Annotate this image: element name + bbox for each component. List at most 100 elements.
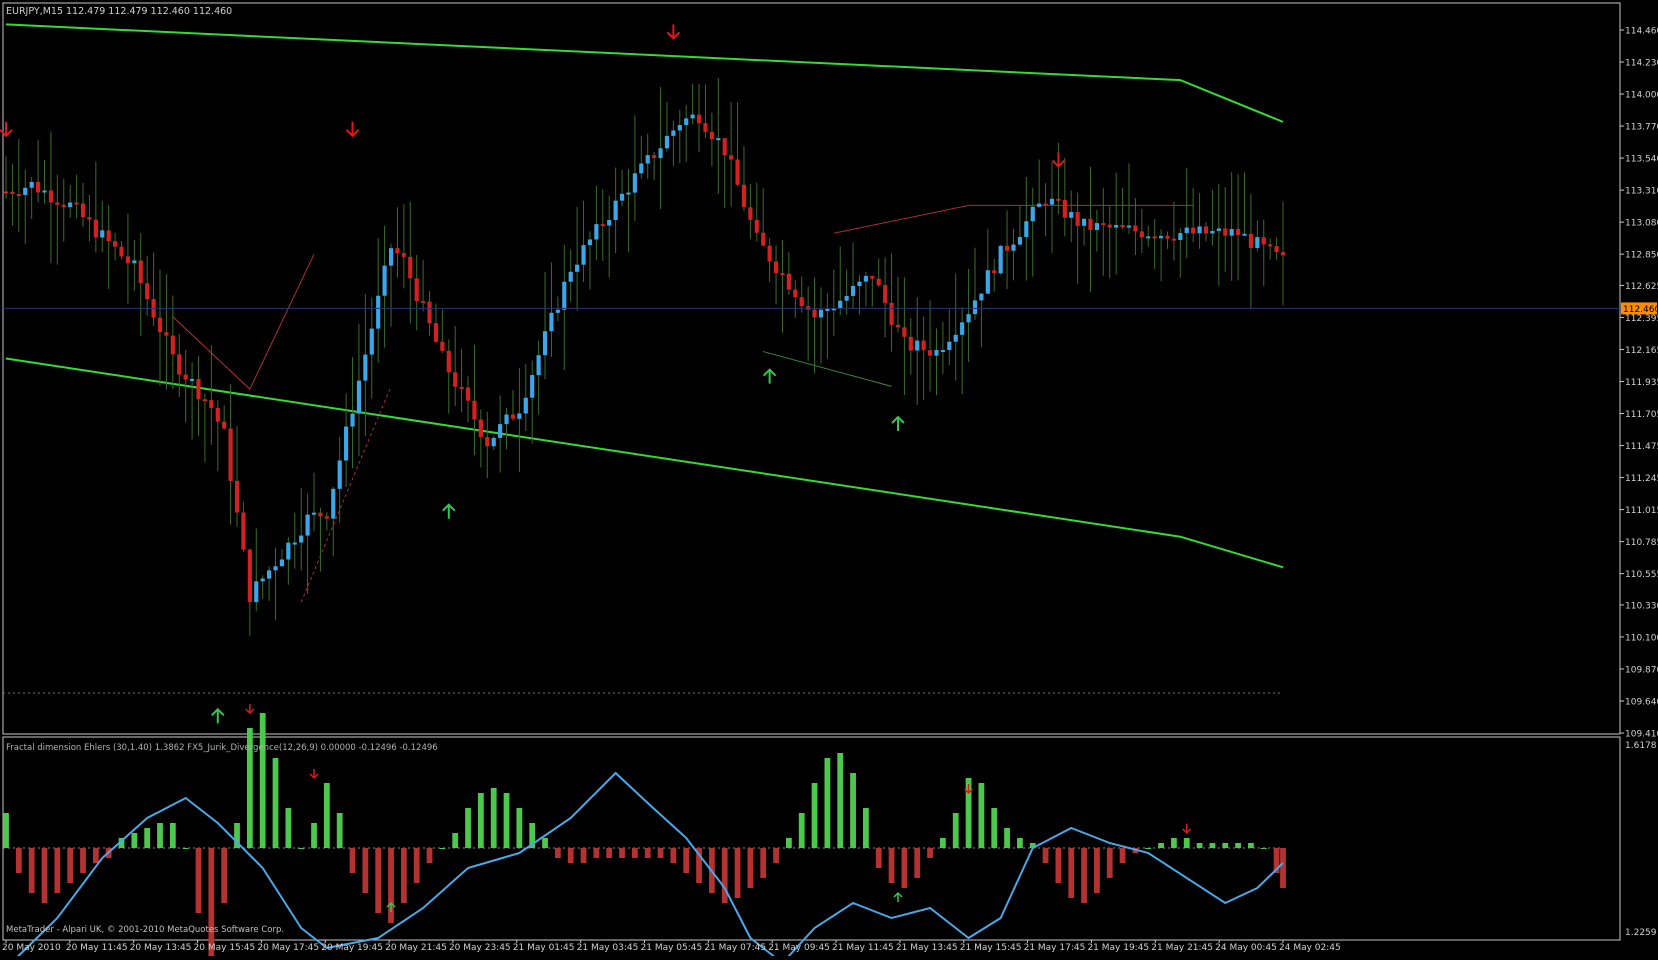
- candle-body: [812, 309, 817, 318]
- candle-body: [1094, 223, 1099, 230]
- histogram-bar: [798, 813, 805, 848]
- candle-body: [177, 354, 182, 375]
- histogram-bar: [490, 788, 497, 848]
- candle-body: [260, 578, 265, 582]
- histogram-bar: [606, 848, 613, 858]
- candle-body: [440, 341, 445, 351]
- histogram-bar: [221, 848, 228, 903]
- candle-body: [1017, 237, 1022, 245]
- candle-body: [1158, 235, 1164, 239]
- candle-body: [125, 256, 131, 264]
- histogram-bar: [901, 848, 908, 888]
- price-tick-label: 111.245: [1625, 474, 1658, 484]
- time-tick-label: 21 May 11:45: [832, 943, 894, 953]
- candle-body: [998, 245, 1003, 274]
- candle-body: [305, 514, 310, 536]
- time-tick-label: 21 May 07:45: [704, 943, 766, 953]
- candle-body: [61, 204, 66, 208]
- histogram-bar: [54, 848, 61, 893]
- histogram-bar: [144, 828, 151, 848]
- candle-body: [202, 399, 208, 402]
- candle-body: [581, 245, 586, 265]
- histogram-bar: [92, 848, 99, 863]
- candle-body: [138, 260, 143, 284]
- candle-body: [850, 285, 856, 296]
- histogram-bar: [670, 848, 677, 863]
- candle-body: [395, 248, 400, 254]
- candle-body: [222, 421, 227, 429]
- histogram-bar: [157, 823, 163, 848]
- candle-body: [575, 264, 580, 272]
- histogram-bar: [1068, 848, 1075, 898]
- candle-body: [1203, 226, 1209, 234]
- histogram-bar: [323, 783, 330, 848]
- histogram-bar: [503, 793, 510, 848]
- candle-body: [1030, 206, 1035, 222]
- histogram-bar: [1248, 843, 1254, 848]
- histogram-bar: [824, 758, 831, 848]
- histogram-bar: [542, 838, 548, 848]
- candle-body: [510, 414, 516, 419]
- price-tick-label: 111.705: [1625, 410, 1658, 420]
- histogram-bar: [593, 848, 600, 858]
- candle-body: [472, 400, 477, 420]
- candle-body: [1197, 226, 1202, 234]
- histogram-bar: [41, 848, 48, 903]
- price-tick-label: 110.100: [1625, 633, 1658, 643]
- histogram-bar: [952, 813, 959, 848]
- histogram-bar: [298, 848, 305, 849]
- histogram-bar: [619, 848, 625, 858]
- candle-body: [619, 193, 625, 201]
- candle-body: [42, 190, 47, 193]
- time-tick-label: 24 May 02:45: [1279, 943, 1341, 953]
- candle-body: [664, 135, 670, 149]
- price-tick-label: 114.230: [1625, 59, 1658, 69]
- histogram-bar: [426, 848, 433, 863]
- time-tick-label: 20 May 2010: [2, 943, 61, 953]
- candle-body: [491, 437, 496, 447]
- candle-body: [433, 323, 439, 342]
- candle-body: [1235, 229, 1241, 235]
- price-tick-label: 113.770: [1625, 123, 1658, 133]
- price-tick-label: 109.640: [1625, 697, 1658, 707]
- histogram-bar: [1260, 848, 1267, 849]
- candle-body: [106, 230, 111, 242]
- candle-body: [863, 275, 868, 282]
- candle-body: [844, 295, 849, 301]
- candle-body: [741, 184, 747, 208]
- candle-body: [74, 202, 79, 205]
- candle-body: [1075, 212, 1080, 226]
- time-tick-label: 21 May 21:45: [1151, 943, 1213, 953]
- price-tick-label: 111.475: [1625, 442, 1658, 452]
- candle-body: [709, 131, 714, 140]
- price-tick-label: 112.625: [1625, 282, 1658, 292]
- candle-body: [196, 378, 201, 400]
- candle-body: [1062, 199, 1067, 218]
- candle-body: [1146, 236, 1151, 239]
- candle-body: [517, 413, 522, 419]
- candle-body: [279, 559, 285, 567]
- chart-canvas[interactable]: 112.460 114.460114.230114.000113.770113.…: [0, 0, 1658, 960]
- histogram-bar: [721, 848, 728, 903]
- histogram-bar: [1222, 843, 1229, 848]
- candle-body: [324, 516, 329, 519]
- price-tick-label: 111.935: [1625, 378, 1658, 388]
- histogram-bar: [1145, 848, 1152, 849]
- candle-body: [716, 138, 721, 141]
- candle-body: [446, 350, 451, 373]
- histogram-bar: [1183, 838, 1190, 848]
- price-tick-label: 109.410: [1625, 730, 1658, 740]
- candle-body: [1280, 252, 1286, 256]
- histogram-bar: [554, 848, 561, 858]
- candle-body: [607, 220, 612, 226]
- histogram-bar: [400, 848, 407, 903]
- candle-body: [350, 413, 355, 427]
- candle-body: [388, 248, 394, 266]
- histogram-bar: [1106, 848, 1113, 878]
- candle-body: [652, 155, 657, 158]
- candle-body: [1101, 223, 1106, 226]
- trading-chart-window[interactable]: 112.460 114.460114.230114.000113.770113.…: [0, 0, 1658, 960]
- histogram-bar: [773, 848, 779, 863]
- histogram-bar: [439, 848, 446, 849]
- time-tick-label: 21 May 15:45: [960, 943, 1022, 953]
